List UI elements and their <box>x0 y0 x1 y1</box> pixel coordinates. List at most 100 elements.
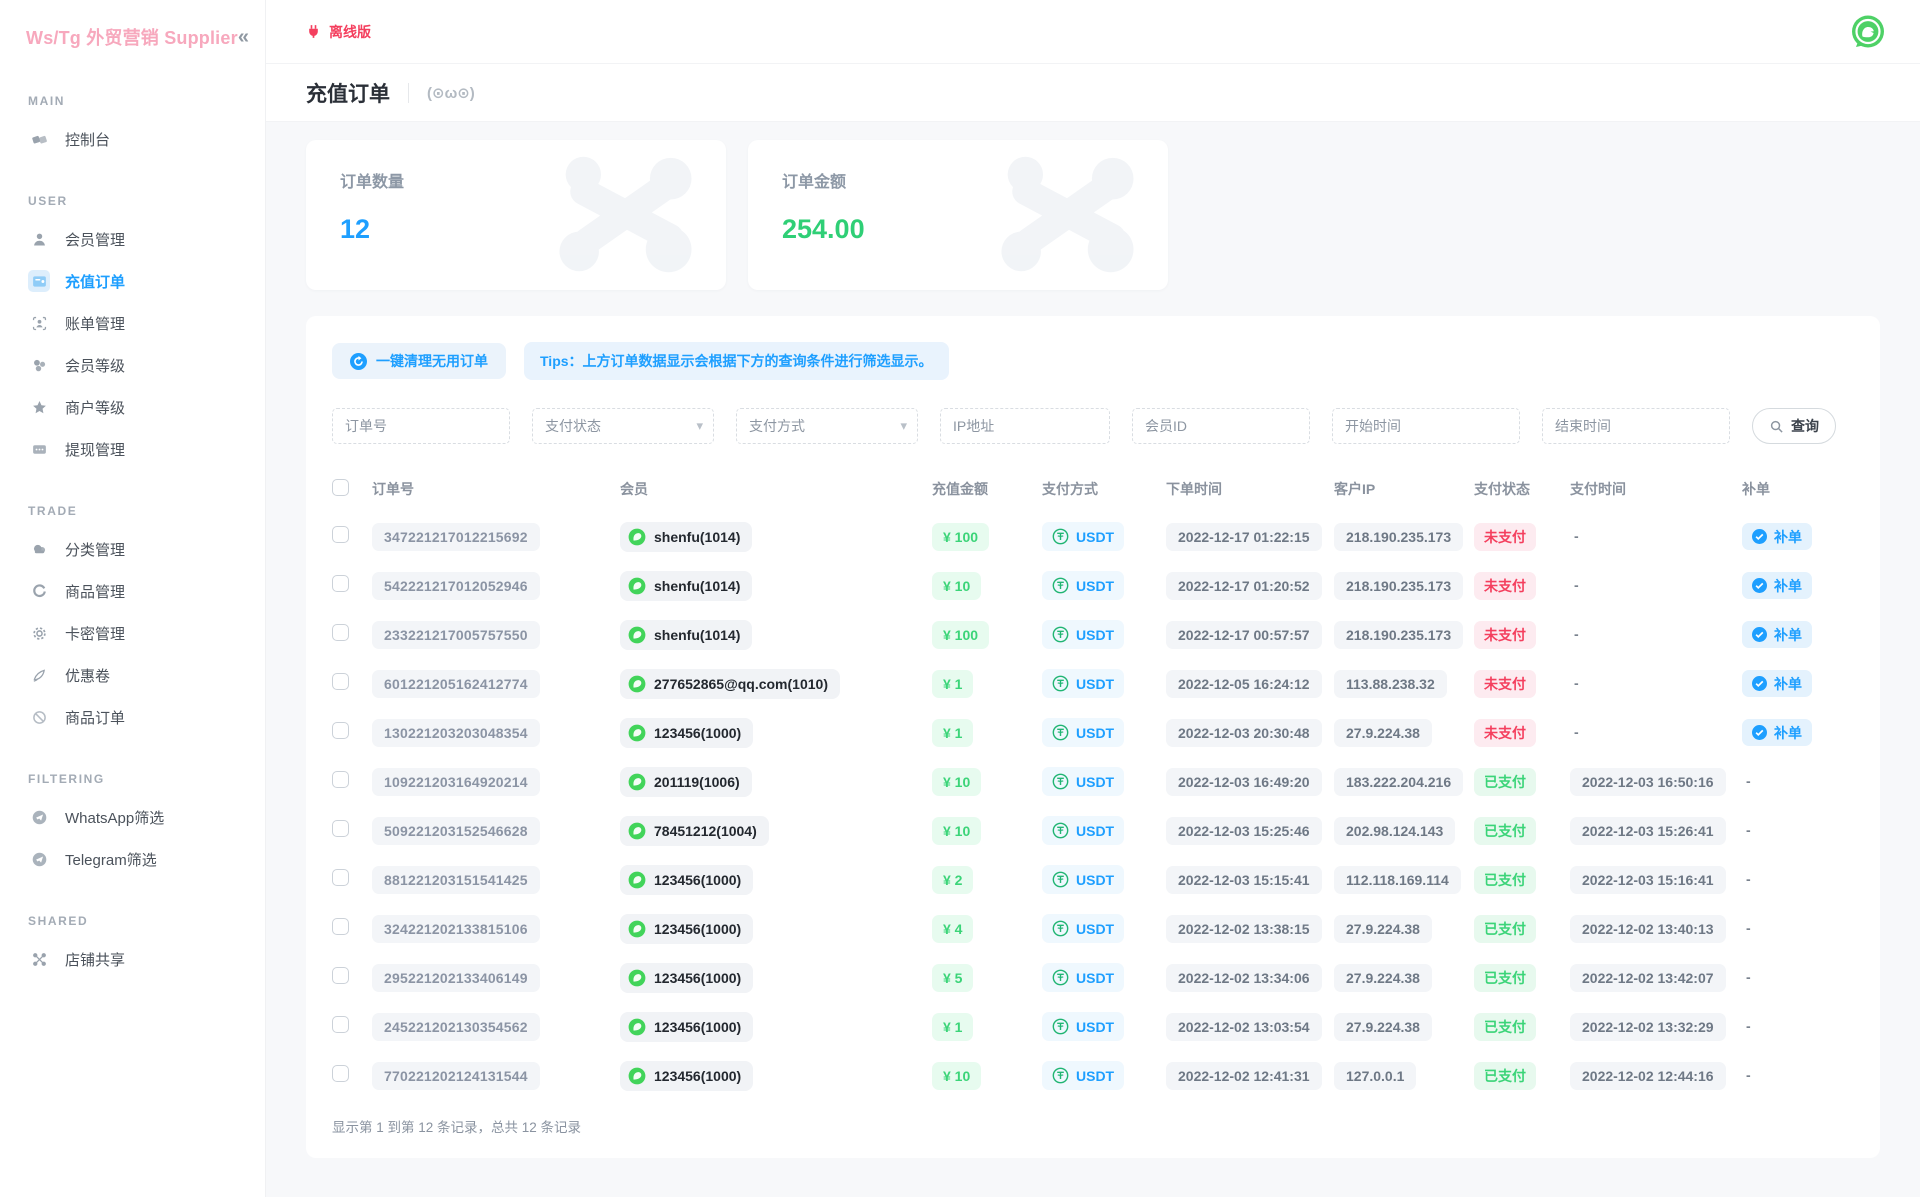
column-header: 订单号 <box>372 481 414 497</box>
sidebar-item-label: 提现管理 <box>65 441 126 459</box>
recharge-amount: ¥ 5 <box>932 963 974 992</box>
search-icon <box>1770 420 1783 433</box>
client-ip: 27.9.224.38 <box>1334 914 1432 943</box>
column-header: 支付时间 <box>1570 481 1626 497</box>
row-checkbox[interactable] <box>332 574 349 592</box>
client-ip: 27.9.224.38 <box>1334 718 1432 747</box>
brand: Ws/Tg 外贸营销 Supplier « <box>0 0 265 50</box>
sidebar-item-product[interactable]: 商品管理 <box>0 570 265 612</box>
sidebar-item-member[interactable]: 会员管理 <box>0 218 265 260</box>
sidebar-item-card-key[interactable]: 卡密管理 <box>0 612 265 654</box>
sidebar-item-dashboard[interactable]: 控制台 <box>0 118 265 160</box>
select-all-checkbox[interactable] <box>332 479 349 496</box>
member-name: shenfu(1014) <box>654 577 741 594</box>
sidebar-item-label: WhatsApp筛选 <box>65 809 165 827</box>
dashboard-icon <box>28 128 50 150</box>
column-header: 支付方式 <box>1042 481 1098 497</box>
row-checkbox[interactable] <box>332 966 349 984</box>
member-level-icon <box>28 354 50 376</box>
sidebar-collapse-icon[interactable]: « <box>238 27 249 47</box>
usdt-icon <box>1052 1067 1069 1084</box>
sidebar-item-label: 分类管理 <box>65 541 126 559</box>
usdt-icon <box>1052 528 1069 545</box>
reissue-empty: - <box>1746 1066 1751 1083</box>
main-area: 离线版 充值订单 (⊙ω⊙) 订单数量 12 订单金额 254.00 一键清理无… <box>266 0 1920 1197</box>
pay-method-label: USDT <box>1076 626 1115 643</box>
client-ip: 218.190.235.173 <box>1334 522 1464 551</box>
table-body: 347221217012215692 shenfu(1014) ¥ 100 US… <box>332 512 1854 1100</box>
table-header: 订单号 会员 充值金额 支付方式 下单时间 客户IP 支付状态 支付时间 补单 <box>332 474 1854 504</box>
whatsapp-icon <box>628 773 646 791</box>
row-checkbox[interactable] <box>332 1064 349 1082</box>
row-checkbox[interactable] <box>332 721 349 739</box>
ip-input[interactable] <box>941 418 1109 434</box>
row-checkbox[interactable] <box>332 672 349 690</box>
row-checkbox[interactable] <box>332 525 349 543</box>
sidebar-item-coupon[interactable]: 优惠卷 <box>0 654 265 696</box>
recharge-amount: ¥ 1 <box>932 669 974 698</box>
sidebar-item-telegram-filter[interactable]: Telegram筛选 <box>0 838 265 880</box>
reissue-button[interactable]: 补单 <box>1742 719 1812 746</box>
reissue-button[interactable]: 补单 <box>1742 670 1812 697</box>
pay-status-badge: 未支付 <box>1474 571 1536 600</box>
order-time: 2022-12-05 16:24:12 <box>1166 669 1322 698</box>
pay-status-badge: 未支付 <box>1474 669 1536 698</box>
pay-time: 2022-12-02 13:42:07 <box>1570 963 1726 992</box>
sidebar-item-merchant-level[interactable]: 商户等级 <box>0 386 265 428</box>
table-row: 245221202130354562 123456(1000) ¥ 1 USDT… <box>332 1002 1854 1051</box>
sidebar-item-category[interactable]: 分类管理 <box>0 528 265 570</box>
row-checkbox[interactable] <box>332 1015 349 1033</box>
reissue-cell: 补单 <box>1742 523 1854 550</box>
search-button[interactable]: 查询 <box>1752 408 1836 444</box>
sidebar-item-recharge-order[interactable]: 充值订单 <box>0 260 265 302</box>
sidebar-item-whatsapp-filter[interactable]: WhatsApp筛选 <box>0 796 265 838</box>
table-row: 881221203151541425 123456(1000) ¥ 2 USDT… <box>332 855 1854 904</box>
orders-panel: 一键清理无用订单 Tips：上方订单数据显示会根据下方的查询条件进行筛选显示。 … <box>306 316 1880 1158</box>
row-checkbox[interactable] <box>332 819 349 837</box>
pay-status-input[interactable] <box>533 418 713 434</box>
whatsapp-icon <box>628 528 646 546</box>
merchant-level-icon <box>28 396 50 418</box>
row-checkbox[interactable] <box>332 868 349 886</box>
filter-end-time <box>1542 408 1730 444</box>
end-time-input[interactable] <box>1543 418 1729 434</box>
row-checkbox[interactable] <box>332 917 349 935</box>
offline-badge[interactable]: 离线版 <box>306 22 371 42</box>
pay-method-label: USDT <box>1076 871 1115 888</box>
reissue-empty: - <box>1746 919 1751 936</box>
sidebar-item-product-order[interactable]: 商品订单 <box>0 696 265 738</box>
reissue-button[interactable]: 补单 <box>1742 621 1812 648</box>
pay-method-input[interactable] <box>737 418 917 434</box>
member-id-input[interactable] <box>1133 418 1309 434</box>
order-no-input[interactable] <box>333 418 509 434</box>
sidebar-item-withdraw[interactable]: 提现管理 <box>0 428 265 470</box>
sidebar-item-member-level[interactable]: 会员等级 <box>0 344 265 386</box>
reissue-button[interactable]: 补单 <box>1742 523 1812 550</box>
order-number: 324221202133815106 <box>372 914 540 943</box>
whatsapp-icon <box>628 871 646 889</box>
order-time: 2022-12-17 01:20:52 <box>1166 571 1322 600</box>
member-badge: shenfu(1014) <box>620 521 753 552</box>
sidebar-item-shop-share[interactable]: 店铺共享 <box>0 938 265 980</box>
start-time-input[interactable] <box>1333 418 1519 434</box>
sidebar-section: USER 会员管理 充值订单 账单管理 会员等级 商户等级 提现管理 <box>0 194 265 470</box>
column-header: 客户IP <box>1334 481 1376 497</box>
sidebar-item-label: 账单管理 <box>65 315 126 333</box>
pay-method-label: USDT <box>1076 724 1115 741</box>
reissue-label: 补单 <box>1774 577 1802 594</box>
pay-time: 2022-12-02 12:44:16 <box>1570 1061 1726 1090</box>
avatar[interactable] <box>1848 12 1888 52</box>
sidebar-sections: MAIN 控制台 USER 会员管理 充值订单 账单管理 会员等级 商户等级 提… <box>0 94 265 980</box>
filter-ip <box>940 408 1110 444</box>
row-checkbox[interactable] <box>332 770 349 788</box>
filter-pay-method: ▾ <box>736 408 918 444</box>
row-checkbox[interactable] <box>332 623 349 641</box>
reissue-cell: - <box>1742 871 1854 889</box>
recharge-amount: ¥ 10 <box>932 767 982 796</box>
order-number: 770221202124131544 <box>372 1061 540 1090</box>
reissue-button[interactable]: 补单 <box>1742 572 1812 599</box>
reissue-cell: 补单 <box>1742 719 1854 746</box>
pay-time: 2022-12-02 13:40:13 <box>1570 914 1726 943</box>
sidebar-item-bill[interactable]: 账单管理 <box>0 302 265 344</box>
clean-orders-button[interactable]: 一键清理无用订单 <box>332 343 506 379</box>
